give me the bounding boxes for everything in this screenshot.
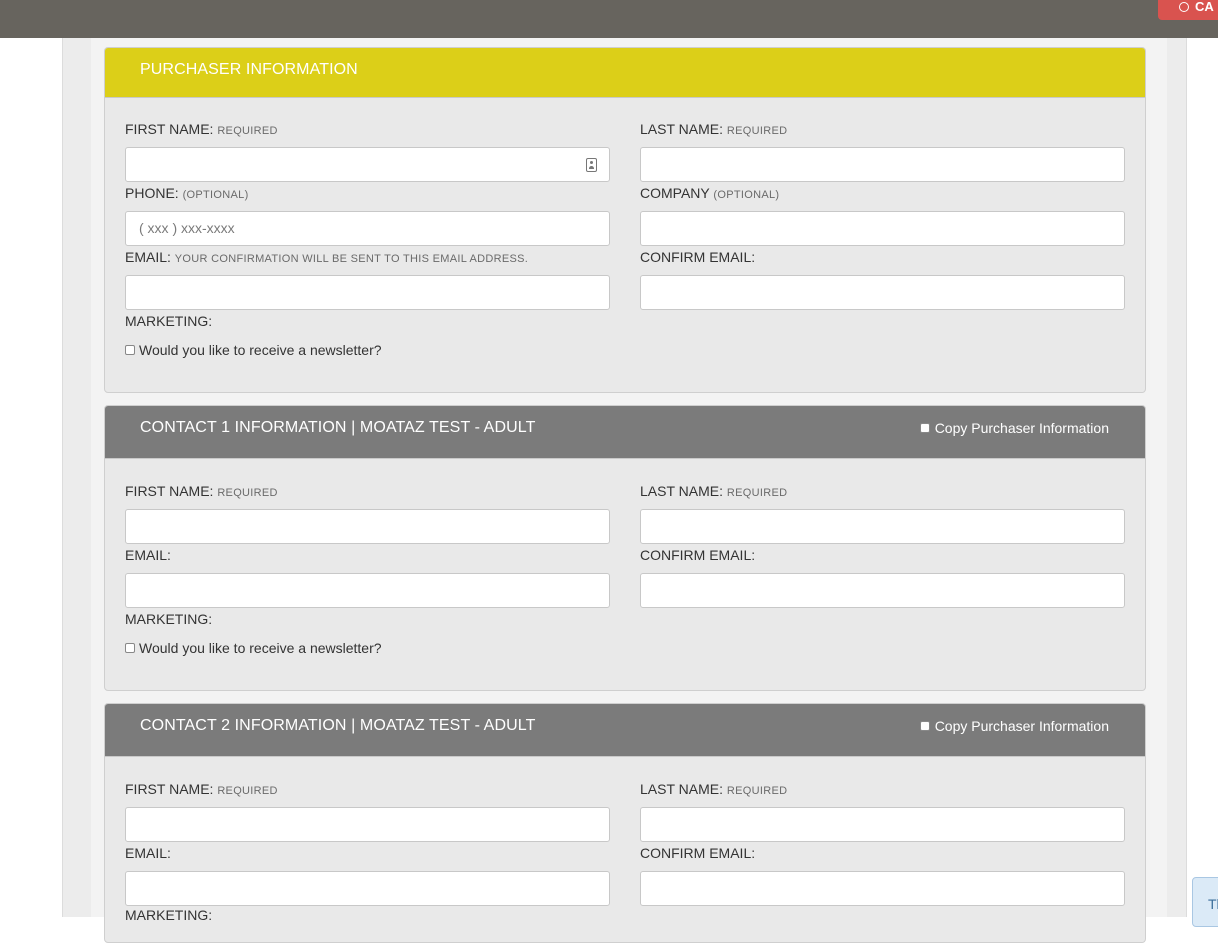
purchaser-email-input[interactable] [125,275,610,310]
marketing-label: MARKETING: [125,907,213,923]
contact-1-newsletter-checkbox[interactable] [125,643,135,653]
purchaser-panel-title: PURCHASER INFORMATION [140,61,358,78]
purchaser-company-input[interactable] [640,211,1125,246]
email-label: EMAIL: [125,845,171,861]
contact-1-panel: CONTACT 1 INFORMATION | MOATAZ TEST - AD… [104,405,1146,691]
copy-purchaser-label: Copy Purchaser Information [934,718,1109,734]
cancel-button-label: CA [1195,0,1214,14]
cancel-circle-icon [1179,2,1189,12]
confirm-email-label: CONFIRM EMAIL: [640,845,756,861]
contact-2-copy-purchaser-option[interactable]: Copy Purchaser Information [919,718,1109,734]
email-label: EMAIL: YOUR CONFIRMATION WILL BE SENT TO… [125,249,529,265]
contact-1-panel-header: CONTACT 1 INFORMATION | MOATAZ TEST - AD… [105,406,1145,459]
side-help-tab-label: Th [1208,896,1218,912]
contact-2-email-input[interactable] [125,871,610,906]
purchaser-phone-input[interactable]: ( xxx ) xxx-xxxx [125,211,610,246]
last-name-label: LAST NAME: REQUIRED [640,121,788,137]
copy-purchaser-label: Copy Purchaser Information [934,420,1109,436]
newsletter-label: Would you like to receive a newsletter? [139,640,382,656]
purchaser-last-name-input[interactable] [640,147,1125,182]
marketing-label: MARKETING: [125,313,213,329]
contact-card-icon[interactable] [586,158,597,172]
last-name-label: LAST NAME: REQUIRED [640,781,788,797]
phone-placeholder: ( xxx ) xxx-xxxx [139,220,235,236]
company-label: COMPANY (OPTIONAL) [640,185,780,201]
contact-2-panel-title: CONTACT 2 INFORMATION | MOATAZ TEST - AD… [140,717,536,734]
first-name-label: FIRST NAME: REQUIRED [125,781,278,797]
purchaser-first-name-input[interactable] [125,147,610,182]
phone-label: PHONE: (OPTIONAL) [125,185,249,201]
contact-1-first-name-input[interactable] [125,509,610,544]
newsletter-label: Would you like to receive a newsletter? [139,342,382,358]
confirm-email-label: CONFIRM EMAIL: [640,547,756,563]
contact-2-panel: CONTACT 2 INFORMATION | MOATAZ TEST - AD… [104,703,1146,943]
contact-1-confirm-email-input[interactable] [640,573,1125,608]
contact-1-panel-title: CONTACT 1 INFORMATION | MOATAZ TEST - AD… [140,419,536,436]
contact-2-panel-header: CONTACT 2 INFORMATION | MOATAZ TEST - AD… [105,704,1145,757]
contact-1-newsletter-option[interactable]: Would you like to receive a newsletter? [125,640,382,656]
contact-2-copy-checkbox[interactable] [919,721,930,731]
cancel-button[interactable]: CA [1158,0,1218,20]
contact-2-confirm-email-input[interactable] [640,871,1125,906]
purchaser-newsletter-option[interactable]: Would you like to receive a newsletter? [125,342,382,358]
confirm-email-label: CONFIRM EMAIL: [640,249,756,265]
side-help-tab[interactable]: Th [1192,877,1218,927]
contact-1-email-input[interactable] [125,573,610,608]
first-name-label: FIRST NAME: REQUIRED [125,121,278,137]
contact-2-last-name-input[interactable] [640,807,1125,842]
contact-1-copy-checkbox[interactable] [919,423,930,433]
purchaser-newsletter-checkbox[interactable] [125,345,135,355]
contact-2-first-name-input[interactable] [125,807,610,842]
marketing-label: MARKETING: [125,611,213,627]
top-bar: CA [0,0,1218,38]
purchaser-panel-header: PURCHASER INFORMATION [105,48,1145,98]
first-name-label: FIRST NAME: REQUIRED [125,483,278,499]
contact-1-last-name-input[interactable] [640,509,1125,544]
email-label: EMAIL: [125,547,171,563]
purchaser-panel: PURCHASER INFORMATION FIRST NAME: REQUIR… [104,47,1146,393]
contact-1-copy-purchaser-option[interactable]: Copy Purchaser Information [919,420,1109,436]
purchaser-confirm-email-input[interactable] [640,275,1125,310]
last-name-label: LAST NAME: REQUIRED [640,483,788,499]
